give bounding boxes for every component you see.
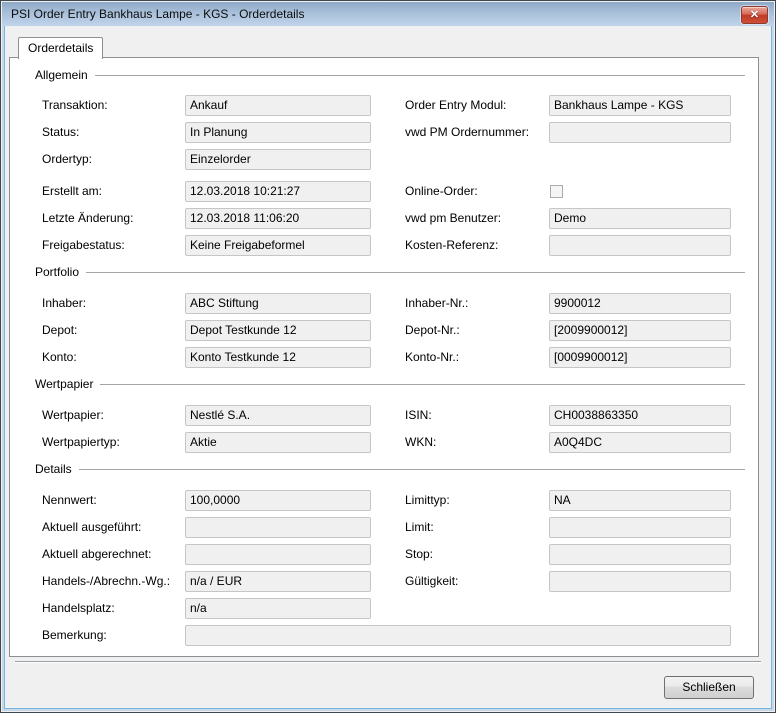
order-entry-modul-field[interactable]: Bankhaus Lampe - KGS xyxy=(549,95,731,116)
section-details-title: Details xyxy=(35,462,72,476)
aktuell-ausgefuehrt-label: Aktuell ausgeführt: xyxy=(42,517,141,538)
section-divider-line xyxy=(100,384,745,385)
nennwert-label: Nennwert: xyxy=(42,490,97,511)
window-title: PSI Order Entry Bankhaus Lampe - KGS - O… xyxy=(11,2,304,26)
depot-field[interactable]: Depot Testkunde 12 xyxy=(185,320,371,341)
freigabestatus-field[interactable]: Keine Freigabeformel xyxy=(185,235,371,256)
section-divider-line xyxy=(86,272,745,273)
aktuell-abgerechnet-field[interactable] xyxy=(185,544,371,565)
wkn-field[interactable]: A0Q4DC xyxy=(549,432,731,453)
inhaber-label: Inhaber: xyxy=(42,293,86,314)
letzte-aenderung-field[interactable]: 12.03.2018 11:06:20 xyxy=(185,208,371,229)
aktuell-abgerechnet-label: Aktuell abgerechnet: xyxy=(42,544,151,565)
wkn-label: WKN: xyxy=(405,432,436,453)
limittyp-label: Limittyp: xyxy=(405,490,450,511)
kosten-referenz-label: Kosten-Referenz: xyxy=(405,235,498,256)
handels-abrechn-wg-field[interactable]: n/a / EUR xyxy=(185,571,371,592)
section-details-header: Details xyxy=(35,461,745,477)
transaktion-field[interactable]: Ankauf xyxy=(185,95,371,116)
konto-label: Konto: xyxy=(42,347,77,368)
section-divider-line xyxy=(79,469,745,470)
schliessen-button[interactable]: Schließen xyxy=(664,676,754,699)
vwd-pm-ordernummer-label: vwd PM Ordernummer: xyxy=(405,122,529,143)
section-allgemein-title: Allgemein xyxy=(35,68,88,82)
orderdetails-tabpage: Allgemein Transaktion: Ankauf Order Entr… xyxy=(9,57,759,657)
freigabestatus-label: Freigabestatus: xyxy=(42,235,125,256)
wertpapier-field[interactable]: Nestlé S.A. xyxy=(185,405,371,426)
section-wertpapier-header: Wertpapier xyxy=(35,376,745,392)
inhaber-field[interactable]: ABC Stiftung xyxy=(185,293,371,314)
limit-label: Limit: xyxy=(405,517,434,538)
depot-label: Depot: xyxy=(42,320,77,341)
vwd-pm-benutzer-label: vwd pm Benutzer: xyxy=(405,208,501,229)
bemerkung-field[interactable] xyxy=(185,625,731,646)
letzte-aenderung-label: Letzte Änderung: xyxy=(42,208,133,229)
section-portfolio-header: Portfolio xyxy=(35,264,745,280)
ordertyp-label: Ordertyp: xyxy=(42,149,92,170)
section-allgemein-header: Allgemein xyxy=(35,67,745,83)
isin-label: ISIN: xyxy=(405,405,432,426)
tab-orderdetails[interactable]: Orderdetails xyxy=(18,37,103,59)
wertpapiertyp-field[interactable]: Aktie xyxy=(185,432,371,453)
wertpapier-label: Wertpapier: xyxy=(42,405,104,426)
vwd-pm-ordernummer-field[interactable] xyxy=(549,122,731,143)
vwd-pm-benutzer-field[interactable]: Demo xyxy=(549,208,731,229)
section-wertpapier-title: Wertpapier xyxy=(35,377,93,391)
nennwert-field[interactable]: 100,0000 xyxy=(185,490,371,511)
depot-nr-field[interactable]: [2009900012] xyxy=(549,320,731,341)
ordertyp-field[interactable]: Einzelorder xyxy=(185,149,371,170)
kosten-referenz-field[interactable] xyxy=(549,235,731,256)
konto-nr-label: Konto-Nr.: xyxy=(405,347,459,368)
limit-field[interactable] xyxy=(549,517,731,538)
section-portfolio-title: Portfolio xyxy=(35,265,79,279)
bemerkung-label: Bemerkung: xyxy=(42,625,107,646)
handelsplatz-label: Handelsplatz: xyxy=(42,598,115,619)
title-bar[interactable]: PSI Order Entry Bankhaus Lampe - KGS - O… xyxy=(2,2,774,26)
order-entry-modul-label: Order Entry Modul: xyxy=(405,95,506,116)
inhaber-nr-label: Inhaber-Nr.: xyxy=(405,293,468,314)
online-order-checkbox[interactable] xyxy=(550,185,563,198)
konto-nr-field[interactable]: [0009900012] xyxy=(549,347,731,368)
erstellt-am-label: Erstellt am: xyxy=(42,181,102,202)
wertpapiertyp-label: Wertpapiertyp: xyxy=(42,432,120,453)
status-label: Status: xyxy=(42,122,79,143)
order-details-dialog: PSI Order Entry Bankhaus Lampe - KGS - O… xyxy=(0,0,776,713)
erstellt-am-field[interactable]: 12.03.2018 10:21:27 xyxy=(185,181,371,202)
stop-field[interactable] xyxy=(549,544,731,565)
online-order-label: Online-Order: xyxy=(405,181,478,202)
gueltigkeit-field[interactable] xyxy=(549,571,731,592)
transaktion-label: Transaktion: xyxy=(42,95,108,116)
limittyp-field[interactable]: NA xyxy=(549,490,731,511)
inhaber-nr-field[interactable]: 9900012 xyxy=(549,293,731,314)
depot-nr-label: Depot-Nr.: xyxy=(405,320,460,341)
gueltigkeit-label: Gültigkeit: xyxy=(405,571,458,592)
handelsplatz-field[interactable]: n/a xyxy=(185,598,371,619)
footer-divider xyxy=(15,661,761,663)
konto-field[interactable]: Konto Testkunde 12 xyxy=(185,347,371,368)
status-field[interactable]: In Planung xyxy=(185,122,371,143)
handels-abrechn-wg-label: Handels-/Abrechn.-Wg.: xyxy=(42,571,170,592)
close-icon: ✕ xyxy=(750,9,759,21)
isin-field[interactable]: CH0038863350 xyxy=(549,405,731,426)
tab-label: Orderdetails xyxy=(28,41,93,55)
aktuell-ausgefuehrt-field[interactable] xyxy=(185,517,371,538)
section-divider-line xyxy=(95,75,745,76)
stop-label: Stop: xyxy=(405,544,433,565)
close-window-button[interactable]: ✕ xyxy=(741,6,768,24)
